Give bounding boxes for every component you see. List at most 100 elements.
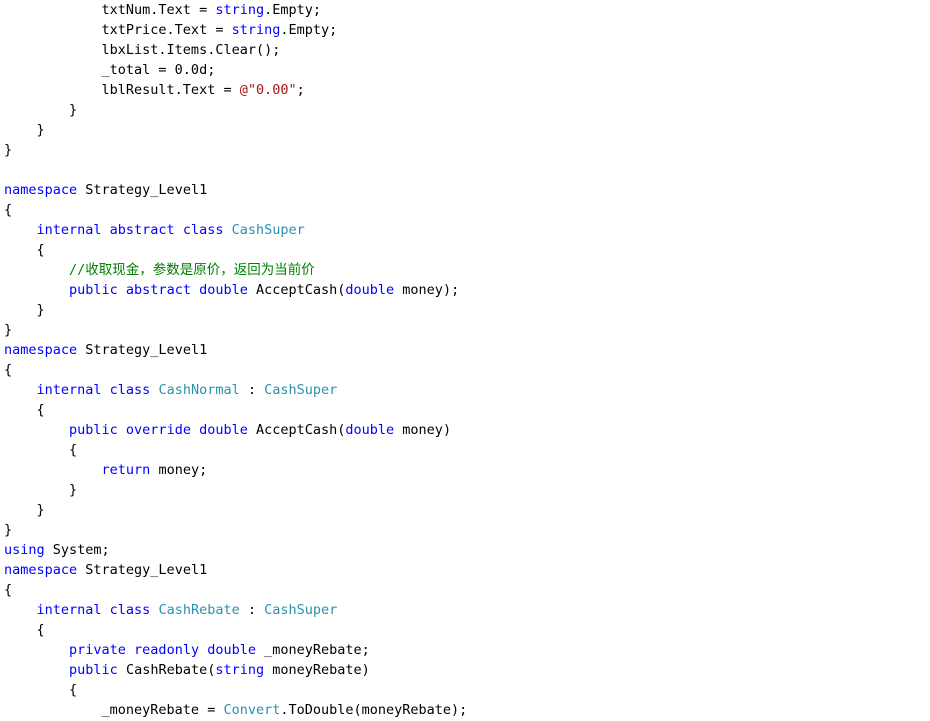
code-line: } xyxy=(4,100,77,120)
code-token: _total = 0.0d; xyxy=(4,62,216,78)
code-token: CashSuper xyxy=(231,222,305,238)
code-token: money; xyxy=(150,462,208,478)
code-line: { xyxy=(4,200,12,220)
code-line: { xyxy=(4,440,77,460)
code-token: } xyxy=(4,522,13,538)
code-token: moneyRebate) xyxy=(264,662,370,678)
code-token: { xyxy=(4,402,45,418)
code-editor[interactable]: txtNum.Text = string.Empty; txtPrice.Tex… xyxy=(4,0,928,721)
code-line: return money; xyxy=(4,460,208,480)
code-token: : xyxy=(239,602,265,618)
code-token: { xyxy=(4,622,45,638)
code-line: { xyxy=(4,620,45,640)
code-token: Convert xyxy=(223,702,281,718)
code-token: public xyxy=(69,662,118,678)
code-line: lblResult.Text = @"0.00"; xyxy=(4,80,305,100)
code-token: } xyxy=(4,142,13,158)
code-line: } xyxy=(4,500,45,520)
code-line: namespace Strategy_Level1 xyxy=(4,180,207,200)
code-token: Strategy_Level1 xyxy=(77,342,208,358)
code-token: _moneyRebate; xyxy=(255,642,370,658)
code-token: { xyxy=(4,682,78,698)
code-token: txtNum.Text = xyxy=(4,2,216,18)
code-token: .ToDouble(moneyRebate); xyxy=(280,702,468,718)
code-token: Strategy_Level1 xyxy=(77,562,208,578)
code-line: internal abstract class CashSuper xyxy=(4,220,305,240)
code-token: using xyxy=(4,542,45,558)
code-token: : xyxy=(239,382,265,398)
code-token: lbxList.Items.Clear(); xyxy=(4,42,281,58)
code-token: string xyxy=(231,22,281,38)
code-token: } xyxy=(4,102,78,118)
code-line: internal class CashNormal : CashSuper xyxy=(4,380,338,400)
code-line: public override double AcceptCash(double… xyxy=(4,420,451,440)
code-token: //收取现金，参数是原价，返回为当前价 xyxy=(69,262,315,278)
code-token: AcceptCash( xyxy=(247,282,346,298)
code-line: namespace Strategy_Level1 xyxy=(4,560,207,580)
code-token: CashRebate( xyxy=(117,662,216,678)
code-token: public abstract double xyxy=(69,282,248,298)
code-line: } xyxy=(4,520,12,540)
code-token: @"0.00" xyxy=(239,82,297,98)
code-token: lblResult.Text = xyxy=(4,82,240,98)
code-token: CashSuper xyxy=(264,382,338,398)
code-line: { xyxy=(4,580,12,600)
code-line: _total = 0.0d; xyxy=(4,60,216,80)
code-line: { xyxy=(4,360,12,380)
code-token: internal class xyxy=(36,382,151,398)
code-token: private readonly double xyxy=(69,642,256,658)
code-token: Strategy_Level1 xyxy=(77,182,208,198)
code-token: namespace xyxy=(4,342,78,358)
code-token: } xyxy=(4,322,13,338)
code-token: public override double xyxy=(69,422,248,438)
code-token: } xyxy=(4,122,45,138)
code-token: } xyxy=(4,502,45,518)
code-line: } xyxy=(4,120,45,140)
code-token: money) xyxy=(394,422,452,438)
code-token: } xyxy=(4,482,78,498)
code-token: string xyxy=(215,2,265,18)
code-token: CashSuper xyxy=(264,602,338,618)
code-token: internal class xyxy=(36,602,151,618)
code-token: { xyxy=(4,582,13,598)
code-token: string xyxy=(215,662,265,678)
code-line: public CashRebate(string moneyRebate) xyxy=(4,660,370,680)
code-token: namespace xyxy=(4,562,78,578)
code-line: internal class CashRebate : CashSuper xyxy=(4,600,338,620)
code-line: { xyxy=(4,240,45,260)
code-token: internal abstract class xyxy=(36,222,224,238)
code-token: double xyxy=(345,282,395,298)
code-token: return xyxy=(101,462,151,478)
code-line: using System; xyxy=(4,540,110,560)
code-line: } xyxy=(4,480,77,500)
code-line: //收取现金，参数是原价，返回为当前价 xyxy=(4,260,315,280)
code-line: txtPrice.Text = string.Empty; xyxy=(4,20,338,40)
code-line: namespace Strategy_Level1 xyxy=(4,340,207,360)
code-token: txtPrice.Text = xyxy=(4,22,232,38)
code-line: } xyxy=(4,300,45,320)
code-token: namespace xyxy=(4,182,78,198)
code-token: { xyxy=(4,242,45,258)
code-line: } xyxy=(4,320,12,340)
code-line: txtNum.Text = string.Empty; xyxy=(4,0,321,20)
code-token: { xyxy=(4,362,13,378)
code-token: { xyxy=(4,202,13,218)
code-token: System; xyxy=(44,542,110,558)
code-line: { xyxy=(4,680,77,700)
code-token: double xyxy=(345,422,395,438)
code-line: { xyxy=(4,400,45,420)
code-token: { xyxy=(4,442,78,458)
code-token: .Empty; xyxy=(264,2,322,18)
code-token: CashRebate xyxy=(158,602,240,618)
code-line: _moneyRebate = Convert.ToDouble(moneyReb… xyxy=(4,700,468,720)
code-line: private readonly double _moneyRebate; xyxy=(4,640,370,660)
